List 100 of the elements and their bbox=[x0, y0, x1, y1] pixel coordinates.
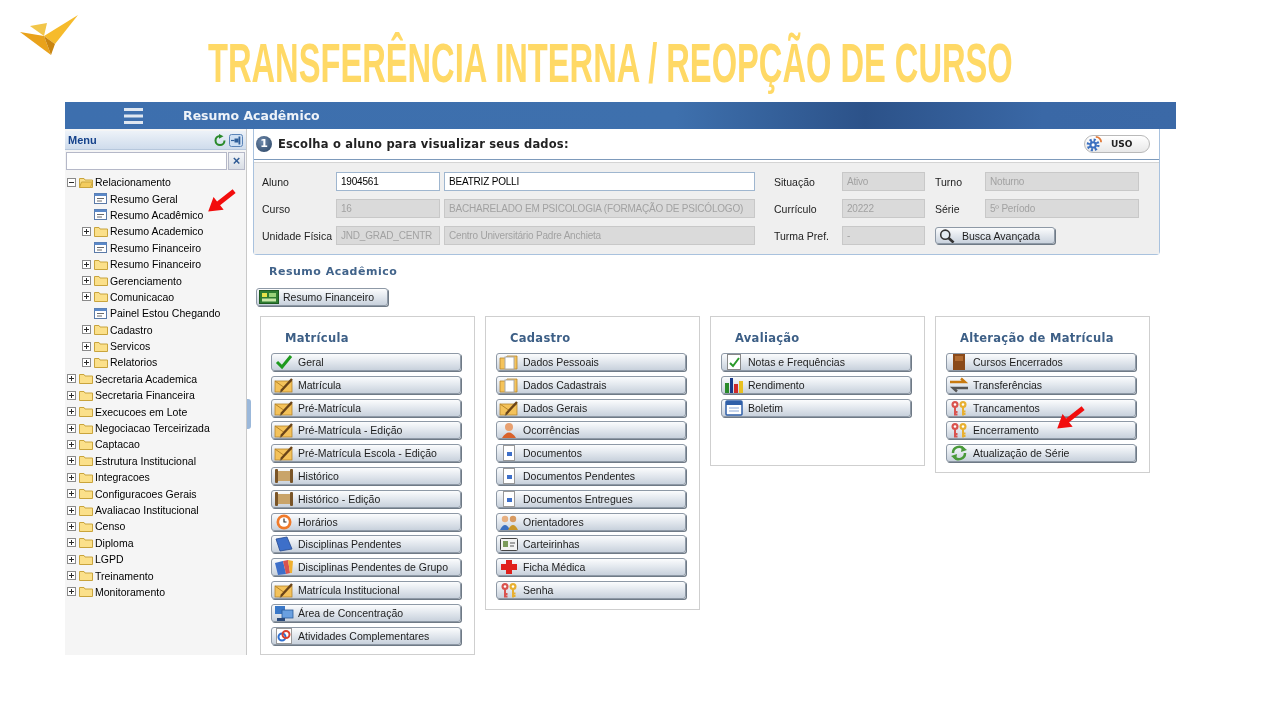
tree-item[interactable]: Servicos bbox=[110, 340, 151, 353]
tree-item[interactable]: Resumo Geral bbox=[110, 192, 178, 205]
nav-button[interactable]: Documentos Pendentes bbox=[496, 467, 686, 485]
plus-box-icon[interactable] bbox=[82, 341, 91, 351]
envelope-pencil-icon bbox=[274, 399, 294, 416]
tree-item[interactable]: Relacionamento bbox=[95, 176, 171, 189]
nav-button[interactable]: Histórico - Edição bbox=[271, 489, 461, 508]
nav-button[interactable]: Boletim bbox=[721, 398, 911, 417]
nav-button[interactable]: Horários bbox=[271, 512, 461, 531]
plus-box-icon[interactable] bbox=[82, 226, 91, 236]
tree-item[interactable]: Captacao bbox=[95, 438, 140, 451]
page-icon bbox=[94, 242, 107, 254]
nav-button[interactable]: Senha bbox=[496, 580, 686, 599]
plus-box-icon[interactable] bbox=[67, 489, 76, 499]
plus-box-icon[interactable] bbox=[67, 472, 76, 482]
input-field[interactable]: BEATRIZ POLLI bbox=[444, 172, 755, 191]
plus-box-icon[interactable] bbox=[82, 259, 91, 269]
tree-item[interactable]: Treinamento bbox=[95, 569, 154, 582]
plus-box-icon[interactable] bbox=[67, 423, 76, 433]
nav-button[interactable]: Disciplinas Pendentes bbox=[271, 535, 461, 554]
nav-button[interactable]: Atividades Complementares bbox=[271, 626, 461, 645]
plus-box-icon[interactable] bbox=[82, 358, 91, 367]
tree-item[interactable]: Integracoes bbox=[95, 471, 150, 484]
nav-button[interactable]: Pré-Matrícula Escola - Edição bbox=[271, 444, 461, 463]
search-field[interactable] bbox=[66, 152, 227, 170]
plus-box-icon[interactable] bbox=[67, 521, 76, 531]
uso-button[interactable]: USO bbox=[1084, 135, 1150, 153]
tree-item[interactable]: Secretaria Financeira bbox=[95, 389, 195, 402]
tree-item[interactable]: Configuracoes Gerais bbox=[95, 487, 197, 500]
nav-button[interactable]: Cursos Encerrados bbox=[946, 353, 1136, 371]
nav-button[interactable]: Dados Gerais bbox=[496, 398, 686, 417]
nav-button[interactable]: Documentos Entregues bbox=[496, 489, 686, 508]
plus-box-icon[interactable] bbox=[67, 439, 76, 449]
nav-button[interactable]: Disciplinas Pendentes de Grupo bbox=[271, 558, 461, 577]
tree-item[interactable]: Relatorios bbox=[110, 356, 158, 369]
nav-button[interactable]: Matrícula Institucional bbox=[271, 580, 461, 599]
plus-box-icon[interactable] bbox=[67, 407, 76, 417]
tree-item[interactable]: Resumo Academico bbox=[110, 225, 204, 238]
plus-box-icon[interactable] bbox=[67, 587, 76, 597]
nav-button[interactable]: Orientadores bbox=[496, 512, 686, 531]
plus-box-icon[interactable] bbox=[67, 456, 76, 466]
keys-icon bbox=[949, 422, 969, 439]
pin-icon[interactable] bbox=[229, 133, 243, 147]
nav-button[interactable]: Trancamentos bbox=[946, 398, 1136, 417]
splitter-handle[interactable] bbox=[247, 399, 251, 429]
plus-box-icon[interactable] bbox=[67, 554, 76, 564]
arrow-icon bbox=[1057, 406, 1085, 429]
plus-box-icon[interactable] bbox=[82, 292, 91, 302]
tree-item[interactable]: Comunicacao bbox=[110, 290, 175, 303]
nav-button[interactable]: Área de Concentração bbox=[271, 603, 461, 622]
folder-icon bbox=[79, 406, 93, 418]
clear-button[interactable]: × bbox=[228, 152, 245, 170]
nav-button[interactable]: Notas e Frequências bbox=[721, 353, 911, 371]
plus-box-icon[interactable] bbox=[67, 505, 76, 515]
tree-item[interactable]: Gerenciamento bbox=[110, 274, 182, 287]
plus-box-icon[interactable] bbox=[67, 571, 76, 581]
tree-item[interactable]: Estrutura Institucional bbox=[95, 454, 196, 467]
nav-button[interactable]: Encerramento bbox=[946, 421, 1136, 440]
nav-button[interactable]: Rendimento bbox=[721, 375, 911, 394]
nav-button[interactable]: Resumo Financeiro bbox=[256, 288, 388, 306]
nav-button[interactable]: Ficha Médica bbox=[496, 558, 686, 577]
plus-box-icon[interactable] bbox=[67, 538, 76, 548]
plus-box-icon[interactable] bbox=[67, 374, 76, 384]
tree-item[interactable]: Avaliacao Institucional bbox=[95, 504, 199, 516]
nav-button[interactable]: Geral bbox=[271, 353, 461, 371]
plus-box-icon[interactable] bbox=[67, 390, 76, 400]
calendar-icon bbox=[724, 399, 744, 416]
nav-button[interactable]: Histórico bbox=[271, 467, 461, 485]
nav-button[interactable]: Carteirinhas bbox=[496, 535, 686, 554]
folder-icon bbox=[94, 225, 108, 237]
refresh-icon[interactable] bbox=[214, 134, 226, 146]
nav-button[interactable]: Dados Pessoais bbox=[496, 353, 686, 371]
tree-item[interactable]: Resumo Financeiro bbox=[110, 241, 202, 254]
nav-button[interactable]: Matrícula bbox=[271, 375, 461, 394]
folder-icon bbox=[79, 471, 93, 483]
advanced-search-button[interactable]: Busca Avançada bbox=[935, 227, 1055, 244]
tree-item[interactable]: Censo bbox=[95, 520, 126, 533]
plus-box-icon[interactable] bbox=[82, 276, 91, 286]
tree-item[interactable]: Cadastro bbox=[110, 323, 153, 336]
tree-item[interactable]: Secretaria Academica bbox=[95, 372, 198, 385]
menu-icon[interactable] bbox=[124, 107, 143, 124]
nav-button[interactable]: Dados Cadastrais bbox=[496, 375, 686, 394]
input-field[interactable]: 1904561 bbox=[336, 172, 440, 191]
nav-button[interactable]: Ocorrências bbox=[496, 421, 686, 440]
tree-item[interactable]: Diploma bbox=[95, 536, 134, 549]
section-title: Matrícula bbox=[285, 331, 349, 345]
nav-button[interactable]: Documentos bbox=[496, 444, 686, 463]
nav-button[interactable]: Transferências bbox=[946, 375, 1136, 394]
tree-item[interactable]: Execucoes em Lote bbox=[95, 405, 188, 418]
tree-item[interactable]: Monitoramento bbox=[95, 585, 166, 598]
plus-box-icon[interactable] bbox=[82, 325, 91, 335]
nav-button[interactable]: Pré-Matrícula bbox=[271, 398, 461, 417]
tree-item[interactable]: Negociacao Terceirizada bbox=[95, 422, 210, 435]
nav-button[interactable]: Atualização de Série bbox=[946, 444, 1136, 463]
tree-item[interactable]: Resumo Financeiro bbox=[110, 258, 202, 271]
tree-item[interactable]: LGPD bbox=[95, 553, 124, 566]
nav-button[interactable]: Pré-Matrícula - Edição bbox=[271, 421, 461, 440]
tree-item[interactable]: Painel Estou Chegando bbox=[110, 307, 221, 320]
minus-box-icon[interactable] bbox=[67, 177, 76, 187]
tree-item[interactable]: Resumo Acadêmico bbox=[110, 208, 204, 221]
